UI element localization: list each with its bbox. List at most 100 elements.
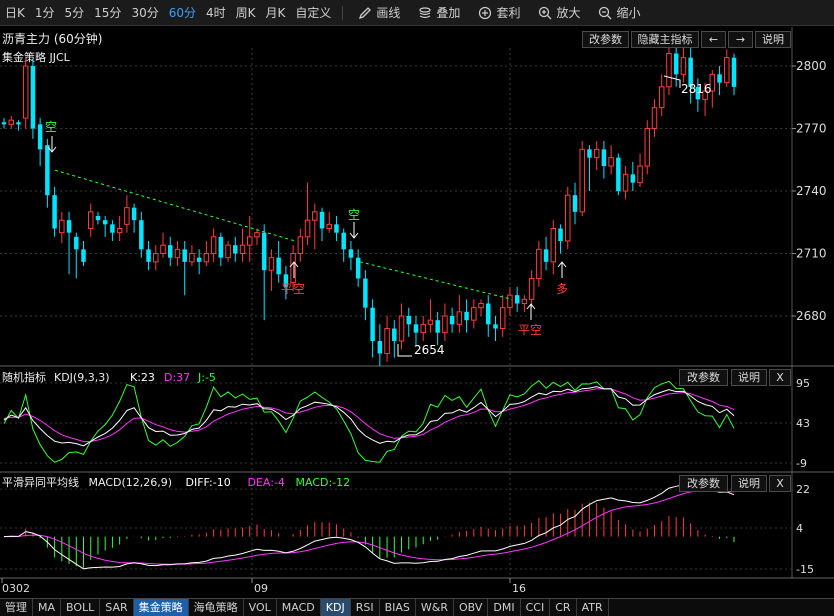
- tool-zoom-out-button[interactable]: 缩小: [589, 0, 649, 26]
- macd-label: MACD(12,26,9): [89, 476, 173, 489]
- tab-1[interactable]: MA: [33, 599, 62, 616]
- candle-body: [45, 145, 50, 196]
- candle-body: [392, 328, 397, 341]
- candle-body: [37, 124, 43, 150]
- tab-0[interactable]: 管理: [0, 599, 33, 616]
- prev-button[interactable]: ←: [701, 31, 726, 48]
- strategy-label: 集金策略 JJCL: [2, 50, 71, 64]
- timeframe-7[interactable]: 周K: [231, 0, 261, 26]
- candle-body: [131, 207, 137, 221]
- tab-11[interactable]: W&R: [416, 599, 454, 616]
- tab-9[interactable]: RSI: [351, 599, 380, 616]
- kdj-close-button[interactable]: X: [769, 369, 791, 386]
- candle-body: [290, 253, 296, 284]
- candle-body: [456, 311, 463, 325]
- candle-body: [478, 303, 484, 309]
- timeframe-6[interactable]: 4时: [201, 0, 231, 26]
- arbitrage-icon: [479, 6, 492, 19]
- candle-body: [225, 244, 231, 259]
- candle-body: [680, 57, 687, 75]
- candle-body: [233, 245, 238, 254]
- macd-help-button[interactable]: 说明: [731, 475, 767, 492]
- candle-body: [247, 236, 253, 246]
- candle-body: [536, 248, 542, 280]
- candle-body: [160, 244, 166, 255]
- candle-body: [139, 220, 144, 250]
- tool-label: 叠加: [436, 6, 461, 20]
- main-help-button[interactable]: 说明: [755, 31, 791, 48]
- tab-8[interactable]: KDJ: [320, 599, 351, 616]
- macd-params-button[interactable]: 改参数: [679, 475, 728, 492]
- tab-7[interactable]: MACD: [277, 599, 321, 616]
- kdj-k-line: [3, 386, 735, 447]
- tab-3[interactable]: SAR: [100, 599, 134, 616]
- macd-close-button[interactable]: X: [769, 475, 791, 492]
- tool-pencil-button[interactable]: 画线: [349, 0, 409, 26]
- candle-body: [174, 248, 181, 259]
- long-signal-label: 多: [556, 282, 568, 296]
- candle-body: [717, 74, 722, 83]
- candle-body: [348, 249, 354, 258]
- macd-diff-line: [3, 484, 735, 570]
- timeframe-5[interactable]: 60分: [164, 0, 201, 26]
- time-tick-label: 16: [512, 582, 526, 595]
- price-tick-label: 2740: [796, 184, 827, 198]
- time-tick-label: 0302: [2, 582, 30, 595]
- candle-body: [196, 257, 202, 262]
- tool-arbitrage-button[interactable]: 套利: [469, 0, 529, 26]
- candle-body: [644, 128, 651, 167]
- candle-body: [550, 228, 557, 263]
- tab-13[interactable]: DMI: [488, 599, 521, 616]
- tab-15[interactable]: CR: [550, 599, 577, 616]
- candle-body: [673, 53, 679, 75]
- tab-16[interactable]: ATR: [577, 599, 609, 616]
- chart-area: 2800 2770 2740 2710 2680 沥青主力 (60分钟) 集金策略 JJCL…: [0, 27, 834, 595]
- tab-4[interactable]: 集金策略: [133, 599, 189, 616]
- candle-body: [435, 320, 440, 333]
- tab-12[interactable]: OBV: [454, 599, 489, 616]
- candle-body: [312, 211, 318, 221]
- candle-body: [384, 327, 390, 354]
- tool-label: 画线: [376, 6, 401, 20]
- kdj-help-button[interactable]: 说明: [731, 369, 767, 386]
- timeframe-1[interactable]: 1分: [30, 0, 60, 26]
- tab-14[interactable]: CCI: [521, 599, 551, 616]
- candle-body: [81, 249, 86, 262]
- candle-body: [514, 295, 520, 304]
- candle-body: [334, 224, 339, 233]
- tool-zoom-in-button[interactable]: 放大: [529, 0, 589, 26]
- tab-5[interactable]: 海龟策略: [189, 599, 244, 616]
- timeframe-4[interactable]: 30分: [126, 0, 163, 26]
- timeframe-9[interactable]: 自定义: [290, 0, 336, 26]
- timeframe-8[interactable]: 月K: [261, 0, 291, 26]
- kdj-tick-label: 95: [796, 377, 810, 390]
- candle-body: [16, 122, 21, 125]
- kdj-j-value: J:-5: [197, 371, 216, 384]
- kdj-tick-label: 43: [796, 417, 810, 430]
- zoom-in-icon: [539, 6, 552, 19]
- price-tick-label: 2680: [796, 309, 827, 323]
- tool-stack-button[interactable]: 叠加: [409, 0, 469, 26]
- main-params-button[interactable]: 改参数: [582, 31, 629, 48]
- candle-body: [565, 194, 571, 242]
- timeframe-2[interactable]: 5分: [60, 0, 90, 26]
- candle-body: [579, 148, 585, 213]
- candle-body: [507, 294, 513, 309]
- tab-2[interactable]: BOLL: [61, 599, 101, 616]
- next-button[interactable]: →: [728, 31, 753, 48]
- kdj-params-button[interactable]: 改参数: [679, 369, 728, 386]
- candle-body: [146, 249, 151, 262]
- hide-indicator-button[interactable]: 隐藏主指标: [631, 31, 699, 48]
- candle-body: [616, 157, 621, 192]
- candle-body: [326, 223, 332, 230]
- timeframe-0[interactable]: 日K: [0, 0, 30, 26]
- candle-body: [341, 232, 346, 250]
- stack-icon: [419, 6, 432, 18]
- tab-6[interactable]: VOL: [244, 599, 277, 616]
- candle-body: [572, 195, 578, 212]
- tab-10[interactable]: BIAS: [380, 599, 416, 616]
- candle-body: [74, 236, 79, 250]
- timeframe-3[interactable]: 15分: [89, 0, 126, 26]
- candle-body: [370, 307, 375, 341]
- kdj-k-value: K:23: [130, 371, 155, 384]
